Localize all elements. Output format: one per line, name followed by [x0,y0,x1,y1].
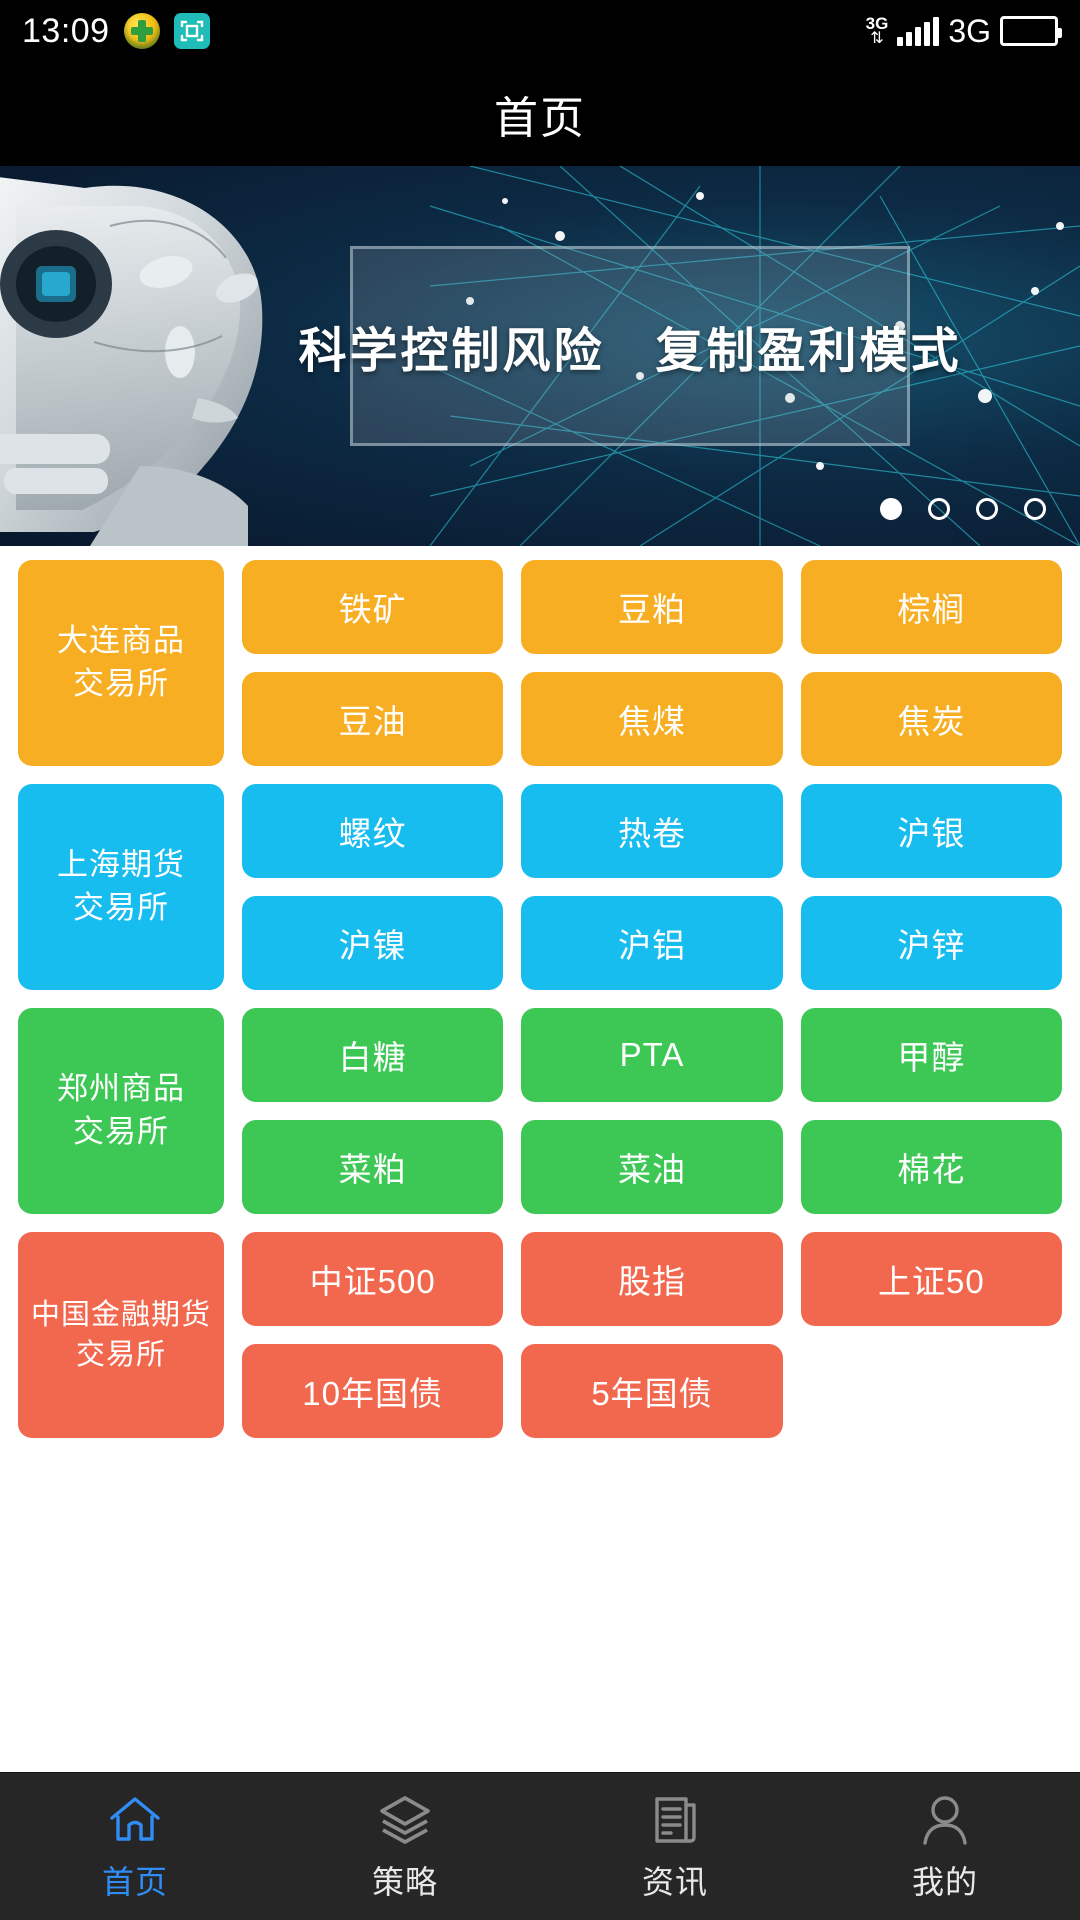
product-chip[interactable]: 豆油 [242,672,504,766]
tab-label: 首页 [101,1863,168,1900]
exchange-row-dalian: 大连商品 交易所 铁矿 豆粕 棕榈 豆油 焦煤 焦炭 [18,560,1062,766]
exchange-name-line1: 郑州商品 [57,1071,185,1107]
data-arrows-icon: ⇅ [870,30,884,47]
exchange-name: 郑州商品 交易所 [57,1068,185,1154]
banner-caption: 科学控制风险 复制盈利模式 [299,246,959,446]
carousel-dot-1[interactable] [880,498,902,520]
person-icon [916,1791,974,1849]
home-icon [106,1791,164,1849]
plus-badge-icon [123,13,160,49]
product-chip[interactable]: 中证500 [242,1232,504,1326]
product-chip[interactable]: 热卷 [521,784,783,878]
status-bar-left: 13:09 [22,12,210,51]
tab-profile[interactable]: 我的 [810,1791,1080,1903]
product-chip[interactable]: 螺纹 [242,784,504,878]
product-chip-placeholder [801,1344,1062,1438]
scan-frame-icon [173,13,210,49]
product-chip[interactable]: 菜油 [521,1120,783,1214]
product-chip[interactable]: 股指 [521,1232,783,1326]
layers-icon [376,1791,434,1849]
exchange-header-dalian[interactable]: 大连商品 交易所 [18,560,224,766]
tab-news[interactable]: 资讯 [540,1791,810,1903]
carousel-dot-4[interactable] [1024,498,1046,520]
carousel-dot-2[interactable] [928,498,950,520]
carousel-dot-3[interactable] [976,498,998,520]
exchange-name-line1: 上海期货 [57,847,185,883]
status-bar: 13:09 3G ⇅ 3G [0,0,1080,62]
banner-caption-text: 科学控制风险 复制盈利模式 [298,325,962,378]
exchange-name-line2: 交易所 [73,890,169,925]
status-time: 13:09 [22,11,110,50]
exchange-header-shanghai[interactable]: 上海期货 交易所 [18,784,224,990]
exchange-name-line1: 大连商品 [57,623,185,659]
product-chip[interactable]: 焦炭 [800,672,1062,766]
signal-bars-icon [897,16,940,46]
product-chip[interactable]: 菜粕 [242,1120,504,1214]
page-title: 首页 [494,94,586,143]
product-chip[interactable]: 上证50 [800,1232,1062,1326]
product-chip[interactable]: 沪银 [800,784,1062,878]
exchange-items-zhengzhou: 白糖 PTA 甲醇 菜粕 菜油 棉花 [242,1008,1062,1214]
exchange-row-cffex: 中国金融期货 交易所 中证500 股指 上证50 10年国债 5年国债 [18,1232,1062,1438]
exchange-grid: 大连商品 交易所 铁矿 豆粕 棕榈 豆油 焦煤 焦炭 上海期货 交易所 螺纹 热… [0,546,1080,1772]
status-bar-right: 3G ⇅ 3G [866,12,1062,50]
exchange-name: 上海期货 交易所 [57,844,185,930]
exchange-name: 中国金融期货 交易所 [31,1295,211,1375]
battery-icon [1000,16,1062,46]
tab-strategy[interactable]: 策略 [270,1791,540,1903]
app-screen: 13:09 3G ⇅ 3G 首页 科学控制风险 复制盈利模式 大连商品 交易所 … [0,0,1080,1920]
tab-label: 资讯 [641,1863,708,1900]
exchange-header-zhengzhou[interactable]: 郑州商品 交易所 [18,1008,224,1214]
data-transfer-icon: 3G ⇅ [866,15,889,47]
exchange-name-line1: 中国金融期货 [30,1298,211,1331]
carousel-pagination[interactable] [880,498,1046,520]
product-chip[interactable]: 棕榈 [800,560,1062,654]
exchange-header-cffex[interactable]: 中国金融期货 交易所 [18,1232,224,1438]
exchange-row-zhengzhou: 郑州商品 交易所 白糖 PTA 甲醇 菜粕 菜油 棉花 [18,1008,1062,1214]
product-chip[interactable]: 焦煤 [521,672,783,766]
exchange-name-line2: 交易所 [73,666,169,701]
exchange-name-line2: 交易所 [75,1339,166,1371]
product-chip[interactable]: 10年国债 [242,1344,504,1438]
product-chip[interactable]: 沪锌 [800,896,1062,990]
exchange-items-shanghai: 螺纹 热卷 沪银 沪镍 沪铝 沪锌 [242,784,1062,990]
tab-home[interactable]: 首页 [0,1791,270,1903]
network-type-label: 3G [948,12,991,49]
product-chip[interactable]: 5年国债 [521,1344,783,1438]
product-chip[interactable]: PTA [521,1008,783,1102]
tab-label: 我的 [911,1863,978,1900]
tab-label: 策略 [371,1863,438,1900]
exchange-items-dalian: 铁矿 豆粕 棕榈 豆油 焦煤 焦炭 [242,560,1062,766]
product-chip[interactable]: 铁矿 [242,560,504,654]
product-chip[interactable]: 豆粕 [521,560,783,654]
product-chip[interactable]: 沪铝 [521,896,783,990]
bottom-tab-bar: 首页 策略 资讯 我的 [0,1772,1080,1920]
exchange-name-line2: 交易所 [73,1114,169,1149]
exchange-row-shanghai: 上海期货 交易所 螺纹 热卷 沪银 沪镍 沪铝 沪锌 [18,784,1062,990]
news-document-icon [646,1791,704,1849]
product-chip[interactable]: 白糖 [242,1008,504,1102]
product-chip[interactable]: 甲醇 [800,1008,1062,1102]
banner-carousel[interactable]: 科学控制风险 复制盈利模式 [0,166,1080,546]
title-bar: 首页 [0,62,1080,166]
product-chip[interactable]: 棉花 [800,1120,1062,1214]
exchange-items-cffex: 中证500 股指 上证50 10年国债 5年国债 [242,1232,1062,1438]
product-chip[interactable]: 沪镍 [242,896,504,990]
exchange-name: 大连商品 交易所 [57,620,185,706]
